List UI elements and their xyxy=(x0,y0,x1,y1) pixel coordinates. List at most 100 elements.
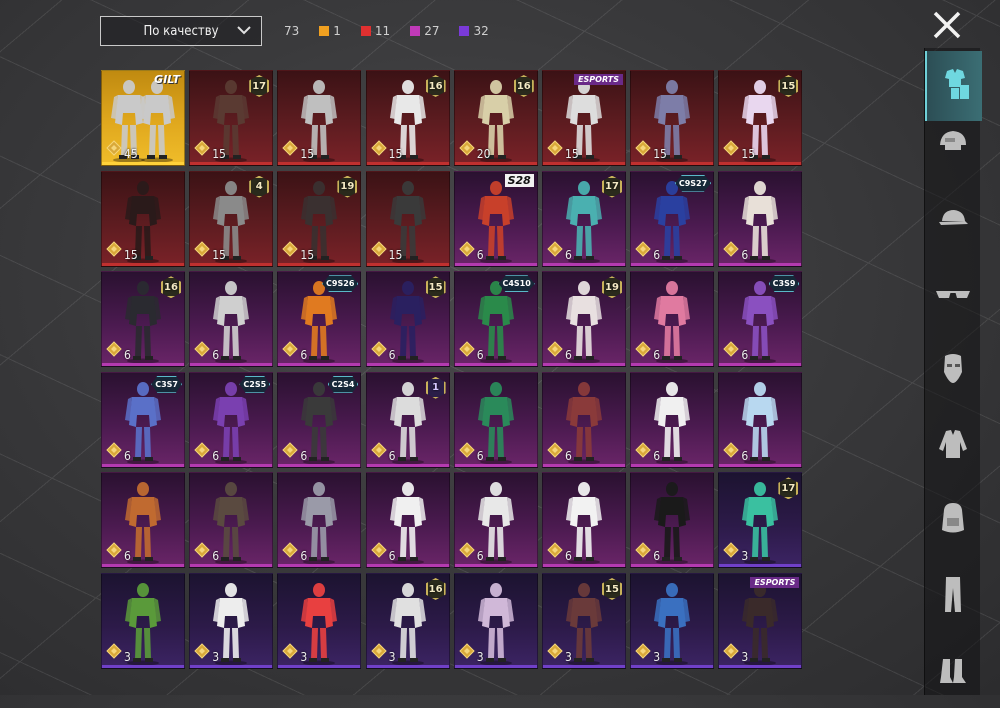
inventory-item[interactable]: C2S4 6 xyxy=(277,371,362,468)
coin-icon xyxy=(635,240,651,261)
close-button[interactable] xyxy=(930,8,964,42)
inventory-item[interactable]: 6 xyxy=(189,472,274,569)
item-value: 3 xyxy=(388,650,396,664)
inventory-item[interactable]: 6 xyxy=(277,472,362,569)
coin-icon xyxy=(194,240,210,261)
inventory-item[interactable]: 6 xyxy=(630,472,715,569)
item-value: 6 xyxy=(212,549,220,564)
inventory-item[interactable]: 6 xyxy=(453,472,538,569)
inventory-item[interactable]: 6 xyxy=(453,371,538,468)
inventory-item[interactable]: 16 15 xyxy=(365,70,450,166)
inventory-item[interactable]: 4 15 xyxy=(189,170,274,267)
inventory-item[interactable]: 3 xyxy=(189,573,274,669)
item-value: 6 xyxy=(300,549,308,564)
coin-icon xyxy=(723,542,740,562)
item-value: 6 xyxy=(741,348,749,363)
inventory-item[interactable]: 15 xyxy=(630,70,715,166)
coin-icon xyxy=(370,643,387,663)
inventory-item[interactable]: 17 15 xyxy=(189,70,274,166)
coin-icon xyxy=(282,140,299,160)
inventory-item[interactable]: 6 xyxy=(542,371,626,468)
quality-count: 32 xyxy=(473,24,489,38)
level-badge-text: 1 xyxy=(432,382,440,394)
category-tab-mask[interactable] xyxy=(925,335,980,405)
inventory-item[interactable]: C9S26 6 xyxy=(277,271,362,368)
pants-icon xyxy=(935,574,971,618)
inventory-item[interactable]: 17 6 xyxy=(542,170,626,267)
level-badge-text: 17 xyxy=(781,482,796,494)
item-value: 6 xyxy=(741,448,749,463)
inventory-item[interactable]: 6 xyxy=(542,472,626,569)
inventory-item[interactable]: 19 15 xyxy=(277,170,362,267)
coin-icon xyxy=(194,442,210,462)
coin-icon xyxy=(370,140,387,160)
glasses-icon xyxy=(933,276,973,316)
sort-dropdown[interactable]: По качеству xyxy=(100,16,262,46)
item-value: 6 xyxy=(653,348,661,363)
coin-icon xyxy=(370,442,387,462)
inventory-item[interactable]: 15 xyxy=(365,170,450,267)
item-value: 45 xyxy=(124,147,138,161)
inventory-item[interactable]: 3 xyxy=(277,573,362,669)
category-tab-cap[interactable] xyxy=(925,185,980,255)
item-value: 6 xyxy=(476,549,484,564)
inventory-item[interactable]: 19 6 xyxy=(542,271,626,368)
category-tab-backpack[interactable] xyxy=(925,485,980,555)
inventory-item[interactable]: 3 xyxy=(630,573,715,669)
inventory-item[interactable]: ESPORTS 3 xyxy=(718,573,803,669)
inventory-item[interactable]: 6 xyxy=(630,271,715,368)
item-value: 6 xyxy=(565,348,572,363)
inventory-item[interactable]: S28 6 xyxy=(453,170,538,267)
quality-swatch xyxy=(319,26,330,36)
inventory-item[interactable]: C2S5 6 xyxy=(189,371,274,468)
item-value: 15 xyxy=(212,247,226,262)
inventory-item[interactable]: C3S7 6 xyxy=(101,371,185,468)
inventory-item[interactable]: 15 6 xyxy=(365,271,450,368)
inventory-item[interactable]: 15 15 xyxy=(718,70,803,166)
inventory-item[interactable]: C9S27 6 xyxy=(630,170,715,267)
inventory-item[interactable]: 17 3 xyxy=(718,472,803,569)
coin-icon xyxy=(106,542,122,562)
inventory-item[interactable]: 6 xyxy=(630,371,715,468)
inventory-item[interactable]: 16 20 xyxy=(453,70,538,166)
inventory-item[interactable]: 6 xyxy=(101,472,185,569)
inventory-item[interactable]: ESPORTS 15 xyxy=(542,70,626,166)
esports-badge: ESPORTS xyxy=(574,74,623,85)
inventory-item[interactable]: 6 xyxy=(718,371,803,468)
inventory-item[interactable]: C4S10 6 xyxy=(453,271,538,368)
category-tab-boots[interactable] xyxy=(925,638,980,708)
level-badge-text: 15 xyxy=(428,281,443,293)
inventory-item[interactable]: 15 3 xyxy=(542,573,626,669)
inventory-item[interactable]: 6 xyxy=(718,170,803,267)
category-tab-helmet[interactable] xyxy=(925,108,980,178)
quality-filter-3: 32 xyxy=(459,24,489,38)
coin-icon xyxy=(459,240,475,261)
quality-swatch xyxy=(459,26,470,36)
inventory-item[interactable]: 15 xyxy=(101,170,185,267)
category-tab-jacket[interactable] xyxy=(925,411,980,481)
item-value: 6 xyxy=(124,549,131,564)
coin-icon xyxy=(282,542,299,562)
inventory-item[interactable]: 6 xyxy=(365,472,450,569)
item-value: 15 xyxy=(124,247,138,262)
inventory-item[interactable]: 3 xyxy=(101,573,185,669)
item-value: 3 xyxy=(565,650,572,664)
item-value: 6 xyxy=(741,247,749,262)
inventory-item[interactable]: C3S9 6 xyxy=(718,271,803,368)
helmet-icon xyxy=(935,123,971,163)
inventory-item[interactable]: 6 xyxy=(189,271,274,368)
inventory-item[interactable]: 16 xyxy=(365,371,450,468)
inventory-item[interactable]: 16 3 xyxy=(365,573,450,669)
category-tab-pants[interactable] xyxy=(925,561,980,631)
item-value: 6 xyxy=(476,247,484,262)
inventory-item[interactable]: 3 xyxy=(453,573,538,669)
item-value: 3 xyxy=(300,650,308,664)
inventory-item[interactable]: 15 xyxy=(277,70,362,166)
category-tab-glasses[interactable] xyxy=(925,261,980,331)
coin-icon xyxy=(282,442,299,462)
item-value: 15 xyxy=(565,147,579,161)
inventory-item[interactable]: GILT 45 xyxy=(101,70,185,166)
coin-icon xyxy=(635,341,651,361)
backpack-icon xyxy=(935,500,971,540)
inventory-item[interactable]: 16 6 xyxy=(101,271,185,368)
